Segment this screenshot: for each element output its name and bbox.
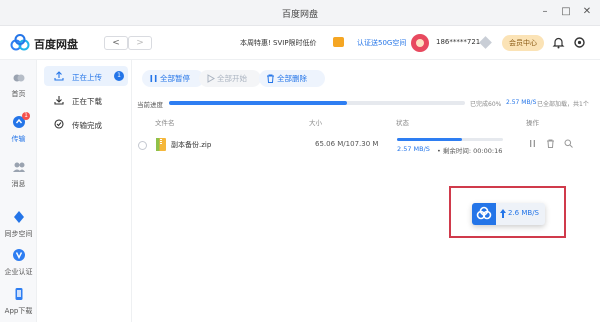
- play-icon: [207, 74, 215, 83]
- rail-label: 企业认证: [4, 268, 33, 276]
- file-progress-track: [397, 138, 503, 141]
- column-header-name: 文件名: [155, 119, 175, 127]
- title-bar: 百度网盘 – □ ✕: [0, 0, 600, 26]
- back-button[interactable]: <: [104, 36, 128, 50]
- table-header: 文件名 大小 状态 操作: [133, 116, 600, 130]
- delete-all-button[interactable]: 全部删除: [259, 70, 325, 87]
- overall-progress-label: 当前进度: [137, 101, 163, 109]
- window-title: 百度网盘: [281, 10, 318, 20]
- phone-icon: [15, 288, 22, 300]
- floating-speed-window[interactable]: 2.6 MB/S: [472, 203, 545, 225]
- rail-item-home[interactable]: 首页: [0, 70, 37, 99]
- pause-icon: [150, 75, 157, 82]
- overall-speed: 2.57 MB/S: [506, 99, 537, 106]
- rail-item-app-download[interactable]: App下载: [0, 287, 37, 316]
- transfer-badge: 1: [22, 112, 30, 120]
- bell-icon[interactable]: [552, 36, 565, 49]
- top-bar: 百度网盘 < > 本周特惠! SVIP限时低价 认证送50G空间 186****…: [0, 26, 600, 60]
- baidu-netdisk-logo-icon: [476, 206, 492, 220]
- gift-icon[interactable]: [333, 37, 344, 47]
- rail-item-sync[interactable]: 同步空间: [0, 210, 37, 239]
- forward-button[interactable]: >: [128, 36, 152, 50]
- avatar[interactable]: [411, 34, 429, 52]
- file-speed: 2.57 MB/S: [397, 145, 430, 153]
- maximize-icon[interactable]: □: [559, 5, 573, 19]
- start-all-label: 全部开始: [217, 74, 247, 83]
- overall-progress: 当前进度 已完成60% 2.57 MB/S 已全部加载，共1个: [133, 98, 600, 110]
- trash-icon: [267, 74, 274, 83]
- search-icon[interactable]: [564, 139, 573, 148]
- floating-logo: [472, 203, 496, 225]
- rail-item-enterprise[interactable]: 企业认证: [0, 248, 37, 277]
- minimize-icon[interactable]: –: [538, 5, 552, 19]
- baidu-netdisk-logo-icon: [10, 34, 30, 51]
- column-header-size: 大小: [309, 119, 322, 127]
- overall-progress-fill: [169, 101, 347, 105]
- verify-icon: [12, 249, 25, 261]
- overall-progress-track: [169, 101, 465, 105]
- rail-item-messages[interactable]: 消息: [0, 160, 37, 189]
- rail-label: 消息: [11, 180, 26, 188]
- close-icon[interactable]: ✕: [580, 5, 594, 19]
- subnav-item-completed[interactable]: 传输完成: [44, 114, 128, 134]
- table-row[interactable]: 副本备份.zip 65.06 M/107.30 M 2.57 MB/S • 剩余…: [133, 136, 600, 158]
- delete-all-label: 全部删除: [277, 74, 307, 83]
- rail-label: App下载: [4, 307, 33, 315]
- transfer-subnav: 正在上传 1 正在下载 传输完成: [38, 60, 132, 322]
- upload-icon: [54, 71, 64, 81]
- rail-label: 同步空间: [4, 230, 33, 238]
- left-rail: 首页 1 传输 消息 同步空间 企业认证 App下载: [0, 60, 37, 322]
- rail-item-transfer[interactable]: 1 传输: [0, 112, 37, 144]
- floating-upload-rate: 2.6 MB/S: [508, 209, 540, 217]
- file-size: 65.06 M/107.30 M: [315, 140, 379, 148]
- diamond-icon[interactable]: [479, 36, 492, 49]
- trash-icon[interactable]: [546, 139, 555, 148]
- file-name[interactable]: 副本备份.zip: [171, 140, 211, 150]
- people-icon: [12, 162, 25, 172]
- zip-file-icon: [156, 138, 166, 151]
- pause-all-label: 全部暂停: [160, 74, 190, 83]
- file-progress-fill: [397, 138, 462, 141]
- subnav-label: 传输完成: [72, 121, 102, 130]
- sync-icon: [13, 211, 24, 223]
- gear-icon[interactable]: [573, 36, 586, 49]
- vip-center-button[interactable]: 会员中心: [502, 35, 544, 51]
- rail-label: 首页: [11, 90, 26, 98]
- check-circle-icon: [54, 119, 64, 129]
- column-header-actions: 操作: [526, 119, 539, 127]
- download-icon: [54, 96, 64, 105]
- promo-text[interactable]: 本周特惠! SVIP限时低价: [240, 38, 317, 48]
- subnav-item-downloading[interactable]: 正在下载: [44, 90, 128, 110]
- pause-all-button[interactable]: 全部暂停: [142, 70, 204, 87]
- brand-name: 百度网盘: [34, 38, 78, 51]
- overall-percent-text: 已完成60%: [470, 101, 502, 108]
- pause-icon[interactable]: [528, 139, 537, 148]
- subnav-label: 正在下载: [72, 97, 102, 106]
- row-checkbox[interactable]: [138, 141, 147, 150]
- svip-link[interactable]: 认证送50G空间: [357, 38, 406, 48]
- file-remaining-time: • 剩余时间: 00:00:16: [437, 147, 503, 155]
- column-header-status: 状态: [396, 119, 409, 127]
- up-arrow-icon: [500, 209, 506, 218]
- overall-summary: 已全部加载，共1个: [537, 101, 589, 108]
- rail-label: 传输: [11, 135, 26, 143]
- subnav-label: 正在上传: [72, 73, 102, 82]
- start-all-button[interactable]: 全部开始: [199, 70, 261, 87]
- username[interactable]: 186*****721: [436, 38, 480, 46]
- upload-count-badge: 1: [114, 71, 124, 81]
- home-icon: [13, 74, 24, 82]
- subnav-item-uploading[interactable]: 正在上传 1: [44, 66, 128, 86]
